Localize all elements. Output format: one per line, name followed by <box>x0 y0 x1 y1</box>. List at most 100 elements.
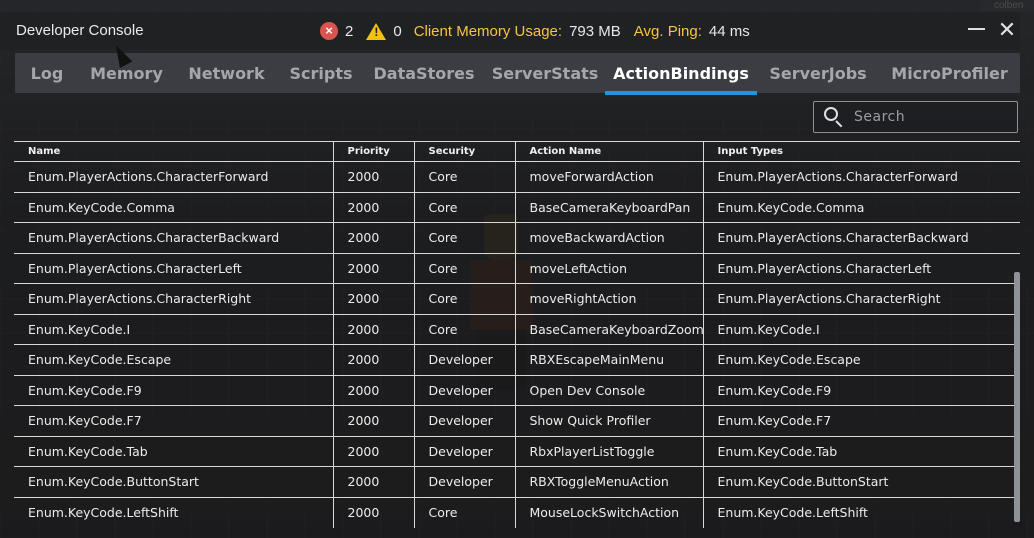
memory-label: Client Memory Usage: <box>413 22 563 40</box>
cell-name: Enum.PlayerActions.CharacterLeft <box>14 253 334 284</box>
minimize-icon <box>967 28 985 30</box>
warning-icon[interactable] <box>366 22 387 40</box>
cell-input-types: Enum.KeyCode.Comma <box>717 199 865 215</box>
cell-priority: 2000 <box>333 466 415 497</box>
tab-bar: Log Memory Network Scripts DataStores Se… <box>15 53 1020 95</box>
tab-serverjobs[interactable]: ServerJobs <box>757 53 879 93</box>
cell-priority: 2000 <box>333 344 415 375</box>
cell-security: Developer <box>414 466 516 497</box>
column-header-name[interactable]: Name <box>14 141 334 162</box>
cell-security: Core <box>414 314 516 345</box>
cell-name: Enum.PlayerActions.CharacterForward <box>14 161 334 192</box>
cell-name: Enum.KeyCode.ButtonStart <box>14 466 334 497</box>
cell-action-name: RBXEscapeMainMenu <box>515 344 704 375</box>
cell-security: Core <box>414 253 516 284</box>
cell-input-types: Enum.PlayerActions.CharacterForward <box>717 169 958 185</box>
cell-input-types: Enum.KeyCode.Escape <box>717 352 861 368</box>
warning-count: 0 <box>393 22 402 40</box>
tab-datastores[interactable]: DataStores <box>363 53 485 93</box>
cell-security: Core <box>414 283 516 314</box>
table-scrollbar[interactable] <box>1014 272 1020 522</box>
cell-security: Developer <box>414 375 516 406</box>
console-titlebar[interactable]: Developer Console × 2 0 Client Memory Us… <box>0 12 1020 50</box>
column-header-priority[interactable]: Priority <box>333 141 415 162</box>
table-row[interactable]: Enum.KeyCode.LeftShift 2000 Core MouseLockS… <box>14 497 1020 528</box>
table-row[interactable]: Enum.KeyCode.Comma 2000 Core BaseCameraKeyb… <box>14 192 1020 223</box>
cell-name: Enum.PlayerActions.CharacterBackward <box>14 222 334 253</box>
table-row[interactable]: Enum.KeyCode.ButtonStart 2000 Developer RBX… <box>14 466 1020 497</box>
table-row[interactable]: Enum.PlayerActions.CharacterRight 2000 Cor… <box>14 283 1020 314</box>
cell-input-types: Enum.KeyCode.F7 <box>717 413 832 429</box>
search-icon <box>824 107 844 128</box>
cell-input-types: Enum.KeyCode.ButtonStart <box>717 474 889 490</box>
cell-action-name: moveRightAction <box>515 283 704 314</box>
cell-action-name: MouseLockSwitchAction <box>515 497 704 528</box>
cell-action-name: RBXToggleMenuAction <box>515 466 704 497</box>
cell-input-types: Enum.PlayerActions.CharacterBackward <box>717 230 969 246</box>
cell-security: Developer <box>414 344 516 375</box>
cell-action-name: RbxPlayerListToggle <box>515 436 704 467</box>
cell-input-types: Enum.PlayerActions.CharacterRight <box>717 291 941 307</box>
cell-priority: 2000 <box>333 436 415 467</box>
cell-security: Developer <box>414 405 516 436</box>
cell-action-name: BaseCameraKeyboardZoom <box>515 314 704 345</box>
cell-action-name: moveForwardAction <box>515 161 704 192</box>
cell-security: Core <box>414 222 516 253</box>
close-icon: ✕ <box>997 17 1017 42</box>
error-count: 2 <box>345 22 354 40</box>
table-row[interactable]: Enum.PlayerActions.CharacterForward 2000 C… <box>14 161 1020 192</box>
column-header-security[interactable]: Security <box>414 141 516 162</box>
tab-log[interactable]: Log <box>15 53 79 93</box>
cell-name: Enum.KeyCode.F9 <box>14 375 334 406</box>
cell-name: Enum.KeyCode.I <box>14 314 334 345</box>
tab-actionbindings[interactable]: ActionBindings <box>605 53 757 95</box>
table-row[interactable]: Enum.PlayerActions.CharacterLeft 2000 Core… <box>14 253 1020 284</box>
console-title: Developer Console <box>16 22 144 39</box>
cell-name: Enum.KeyCode.Comma <box>14 192 334 223</box>
cell-security: Core <box>414 161 516 192</box>
cell-priority: 2000 <box>333 375 415 406</box>
ping-value: 44 ms <box>708 22 750 40</box>
cell-input-types: Enum.KeyCode.I <box>717 321 820 337</box>
cell-name: Enum.PlayerActions.CharacterRight <box>14 283 334 314</box>
tab-microprofiler[interactable]: MicroProfiler <box>879 53 1020 93</box>
table-row[interactable]: Enum.KeyCode.Escape 2000 Developer RBXEscap… <box>14 344 1020 375</box>
cell-security: Developer <box>414 436 516 467</box>
cell-priority: 2000 <box>333 283 415 314</box>
cell-name: Enum.KeyCode.Tab <box>14 436 334 467</box>
cell-action-name: Show Quick Profiler <box>515 405 704 436</box>
table-row[interactable]: Enum.KeyCode.F9 2000 Developer Open Dev Con… <box>14 375 1020 406</box>
cell-security: Core <box>414 192 516 223</box>
table-row[interactable]: Enum.PlayerActions.CharacterBackward 2000… <box>14 222 1020 253</box>
search-box[interactable] <box>813 101 1018 133</box>
ping-label: Avg. Ping: <box>633 22 702 40</box>
cell-priority: 2000 <box>333 497 415 528</box>
tab-serverstats[interactable]: ServerStats <box>485 53 605 93</box>
error-icon[interactable]: × <box>320 22 338 40</box>
cell-name: Enum.KeyCode.Escape <box>14 344 334 375</box>
cell-action-name: moveLeftAction <box>515 253 704 284</box>
cell-priority: 2000 <box>333 253 415 284</box>
cell-priority: 2000 <box>333 405 415 436</box>
table-row[interactable]: Enum.KeyCode.F7 2000 Developer Show Quick P… <box>14 405 1020 436</box>
cell-input-types: Enum.KeyCode.Tab <box>717 443 838 459</box>
minimize-button[interactable] <box>962 17 990 45</box>
tab-scripts[interactable]: Scripts <box>279 53 363 93</box>
column-header-input-types[interactable]: Input Types <box>703 142 1020 162</box>
table-row[interactable]: Enum.KeyCode.Tab 2000 Developer RbxPlayerLi… <box>14 436 1020 467</box>
cell-name: Enum.KeyCode.LeftShift <box>14 497 334 528</box>
cell-security: Core <box>414 497 516 528</box>
action-bindings-table: Name Priority Security Action Name Input… <box>14 141 1020 528</box>
column-header-action-name[interactable]: Action Name <box>515 141 704 162</box>
memory-value: 793 MB <box>569 22 621 40</box>
cell-priority: 2000 <box>333 192 415 223</box>
table-row[interactable]: Enum.KeyCode.I 2000 Core BaseCameraKeyboard… <box>14 314 1020 345</box>
cell-priority: 2000 <box>333 222 415 253</box>
cell-input-types: Enum.KeyCode.F9 <box>717 382 832 398</box>
tab-network[interactable]: Network <box>174 53 279 93</box>
tab-memory[interactable]: Memory <box>79 53 174 93</box>
developer-console: Developer Console × 2 0 Client Memory Us… <box>0 0 1034 538</box>
table-header-row: Name Priority Security Action Name Input… <box>14 141 1020 162</box>
close-button[interactable]: ✕ <box>993 17 1021 45</box>
search-input[interactable] <box>854 109 1014 125</box>
